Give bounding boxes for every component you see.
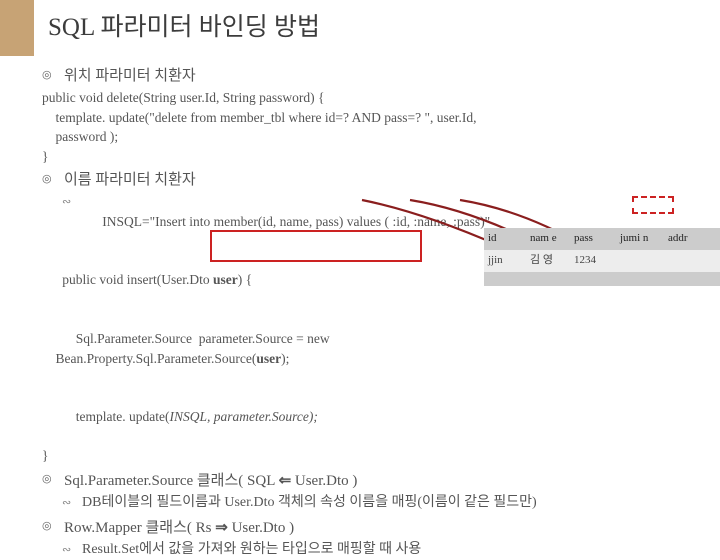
sub-bullet-3: DB테이블의 필드이름과 User.Dto 객체의 속성 이름을 매핑(이름이 … — [42, 493, 696, 513]
bullet-3: Sql.Parameter.Source 클래스( SQL ⇐ User.Dto… — [42, 470, 696, 493]
table-header-row: id nam e pass jumi n addr — [484, 228, 720, 250]
code-line-close: } — [42, 446, 696, 466]
member-table: id nam e pass jumi n addr jjin 김 영 1234 — [484, 228, 720, 286]
arrow-left-icon: ⇐ — [279, 472, 292, 489]
bullet-4-text: Row.Mapper 클래스( Rs ⇒ User.Dto ) — [64, 520, 294, 536]
b3-post: User.Dto ) — [291, 473, 357, 489]
b3-pre: Sql.Parameter.Source 클래스( SQL — [64, 473, 279, 489]
code2a-end: ) { — [238, 272, 252, 287]
td-pass: 1234 — [570, 250, 616, 272]
table-row — [484, 272, 720, 286]
code2b-user: user — [256, 351, 281, 366]
bullet-2-text: 이름 파라미터 치환자 — [64, 172, 196, 188]
th-addr: addr — [664, 228, 720, 250]
slide-content: 위치 파라미터 치환자 public void delete(String us… — [0, 56, 720, 560]
code-area-2: INSQL="Insert into member(id, name, pass… — [42, 192, 696, 466]
code-block-1: public void delete(String user.Id, Strin… — [42, 88, 696, 166]
table-row: jjin 김 영 1234 — [484, 250, 720, 272]
th-id: id — [484, 228, 526, 250]
b4-pre: Row.Mapper 클래스( Rs — [64, 520, 215, 536]
td-jumin — [616, 250, 664, 272]
bullet-1-text: 위치 파라미터 치환자 — [64, 68, 196, 84]
td-addr — [664, 250, 720, 272]
arrow-right-icon: ⇒ — [215, 519, 228, 536]
insql-params: :id, :name, :pass — [392, 214, 480, 229]
bullet-3-text: Sql.Parameter.Source 클래스( SQL ⇐ User.Dto… — [64, 473, 357, 489]
code2c: template. update( — [62, 409, 169, 424]
title-bar: SQL 파라미터 바인딩 방법 — [0, 0, 720, 56]
th-pass: pass — [570, 228, 616, 250]
td-name: 김 영 — [526, 250, 570, 272]
th-jumin: jumi n — [616, 228, 664, 250]
bullet-4: Row.Mapper 클래스( Rs ⇒ User.Dto ) — [42, 517, 696, 540]
code2a: public void insert(User.Dto — [62, 272, 213, 287]
code2b-end: ); — [281, 351, 289, 366]
code-line-paramsource: Sql.Parameter.Source parameter.Source = … — [42, 309, 696, 387]
th-name: nam e — [526, 228, 570, 250]
slide-title: SQL 파라미터 바인딩 방법 — [48, 10, 720, 46]
sub-bullet-4: Result.Set에서 값을 가져와 원하는 타입으로 매핑할 때 사용 — [42, 540, 696, 560]
td-id: jjin — [484, 250, 526, 272]
code-line-update: template. update(INSQL, parameter.Source… — [42, 388, 696, 447]
sub-4-text: Result.Set에서 값을 가져와 원하는 타입으로 매핑할 때 사용 — [82, 542, 421, 557]
insql-suffix: )" — [480, 214, 490, 229]
code2a-user: user — [213, 272, 238, 287]
sub-3-text: DB테이블의 필드이름과 User.Dto 객체의 속성 이름을 매핑(이름이 … — [82, 495, 537, 510]
bullet-1: 위치 파라미터 치환자 — [42, 66, 696, 88]
code2c-ital: INSQL, parameter.Source); — [169, 409, 317, 424]
bullet-2: 이름 파라미터 치환자 — [42, 170, 696, 192]
b4-post: User.Dto ) — [228, 520, 294, 536]
insql-prefix: INSQL="Insert into member(id, name, pass… — [102, 214, 392, 229]
